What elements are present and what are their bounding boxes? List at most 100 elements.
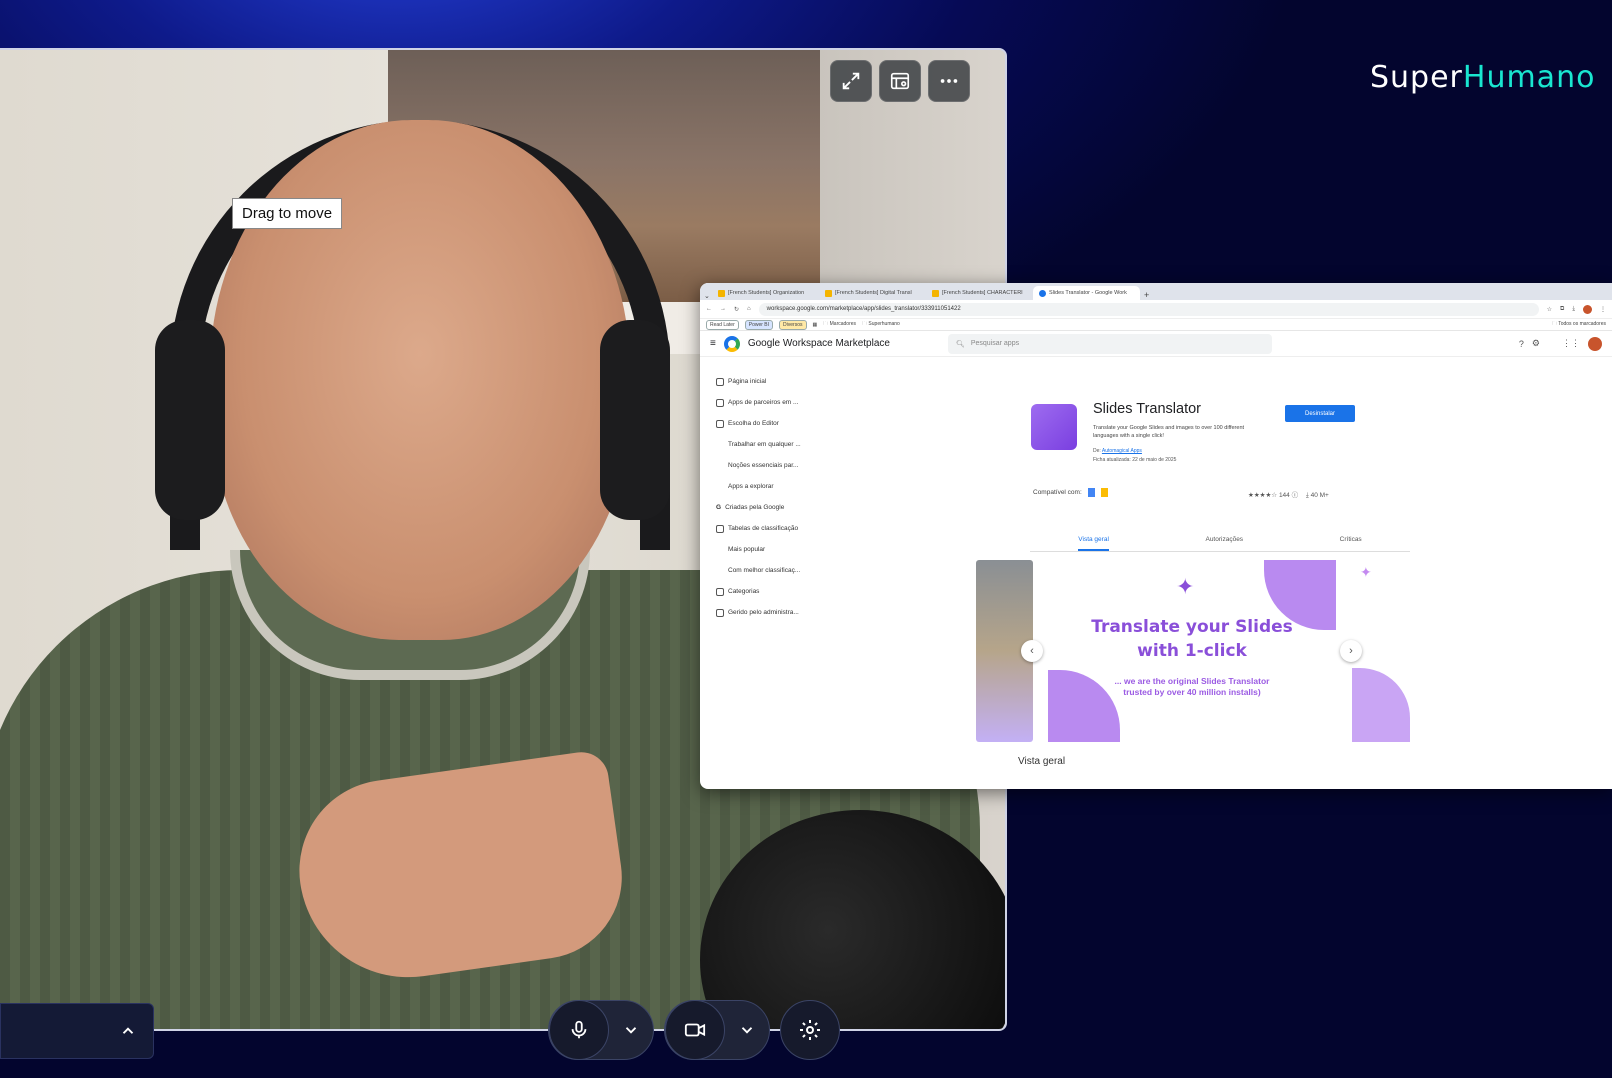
screenshot-carousel: ✦ Translate your Slides with 1-click ...…	[976, 560, 1410, 742]
sidebar-item-work-anywhere[interactable]: Trabalhar em qualquer ...	[700, 434, 820, 455]
sidebar-item-by-google[interactable]: G Criadas pela Google	[700, 497, 820, 518]
rating: ★★★★☆ 144 ⓘ	[1248, 492, 1299, 499]
leaderboard-icon	[716, 524, 724, 533]
slides-favicon-icon	[932, 289, 939, 297]
drag-tooltip: Drag to move	[232, 198, 343, 229]
browser-tab-active[interactable]: Slides Translator - Google Work	[1033, 286, 1140, 300]
bookmark-chip[interactable]: Diversos	[779, 319, 807, 330]
browser-tab[interactable]: [French Students] Digital Transl	[819, 286, 926, 300]
bookmarks-bar: Read Later Power BI Diversos ▦ 🗀 Marcado…	[700, 319, 1612, 331]
slides-favicon-icon	[825, 289, 832, 297]
overview-heading: Vista geral	[1018, 756, 1066, 767]
reload-icon[interactable]: ↻	[734, 306, 739, 313]
bookmark-chip[interactable]: Power BI	[744, 319, 774, 330]
sidebar-item-editors-choice[interactable]: Escolha do Editor	[700, 413, 820, 434]
bookmark-folder[interactable]: 🗀 Superhumano	[862, 321, 900, 329]
slides-favicon-icon	[718, 289, 725, 297]
mute-button[interactable]	[549, 1000, 609, 1060]
home-icon	[716, 377, 724, 386]
microphone-icon	[571, 1020, 587, 1039]
sidebar-item-admin-managed[interactable]: Gerido pelo administra...	[700, 602, 820, 623]
sidebar-item-most-popular[interactable]: Mais popular	[700, 539, 820, 560]
shared-screen[interactable]: ⌄ [French Students] Organization [French…	[700, 283, 1612, 789]
download-icon[interactable]: ⤓	[1572, 306, 1575, 313]
carousel-prev-button[interactable]: ‹	[1021, 640, 1043, 662]
microphone-control	[548, 1000, 654, 1060]
tab-search-icon[interactable]: ⌄	[704, 292, 712, 300]
slide-decoration	[1352, 668, 1410, 742]
address-bar[interactable]: workspace.google.com/marketplace/app/sli…	[758, 302, 1539, 316]
browser-toolbar: ← → ↻ ⌂ workspace.google.com/marketplace…	[700, 300, 1612, 319]
bookmark-chip[interactable]: Read Later	[706, 319, 739, 330]
chevron-up-icon[interactable]	[119, 1022, 137, 1040]
sidebar-item-categories[interactable]: Categorias	[700, 581, 820, 602]
more-horizontal-icon	[940, 79, 958, 83]
compatibility: Compatível com:	[1033, 488, 1108, 497]
sidebar-item-essentials[interactable]: Noções essenciais par...	[700, 455, 820, 476]
layout-button[interactable]	[879, 60, 921, 102]
tab-reviews[interactable]: Críticas	[1340, 536, 1362, 551]
tab-permissions[interactable]: Autorizações	[1205, 536, 1243, 551]
microphone-options-button[interactable]	[609, 1021, 653, 1039]
partner-icon	[716, 398, 724, 407]
sidebar-item-rankings[interactable]: Tabelas de classificação	[700, 518, 820, 539]
chevron-down-icon	[741, 1027, 753, 1034]
developer-link[interactable]: Automagical Apps	[1102, 448, 1142, 454]
account-avatar[interactable]	[1588, 336, 1602, 351]
all-bookmarks-folder[interactable]: 🗀 Todos os marcadores	[1552, 321, 1606, 329]
browser-tab[interactable]: [French Students] CHARACTERI	[926, 286, 1033, 300]
settings-icon[interactable]: ⚙	[1532, 338, 1540, 349]
installs-count: ⤓ 40 M+	[1305, 492, 1329, 499]
gear-icon	[800, 1020, 820, 1040]
sidebar-item-partners[interactable]: Apps de parceiros em ...	[700, 392, 820, 413]
tab-overview[interactable]: Vista geral	[1078, 536, 1109, 551]
carousel-next-button[interactable]: ›	[1340, 640, 1362, 662]
forward-icon[interactable]: →	[720, 306, 726, 312]
carousel-current-slide: ✦ Translate your Slides with 1-click ...…	[1048, 560, 1336, 742]
unicorn-icon: ✦	[1360, 564, 1372, 580]
hamburger-menu-icon[interactable]: ≡	[710, 338, 716, 349]
browser-tab[interactable]: [French Students] Organization	[712, 286, 819, 300]
chevron-right-icon: ›	[1349, 645, 1353, 657]
apps-launcher-icon[interactable]: ⋮⋮	[1562, 338, 1580, 349]
more-options-button[interactable]	[928, 60, 970, 102]
participants-panel[interactable]	[0, 1003, 154, 1059]
help-icon[interactable]: ?	[1519, 339, 1524, 349]
browser-tab-bar: ⌄ [French Students] Organization [French…	[700, 283, 1612, 300]
listing-title: Slides Translator	[1093, 401, 1201, 417]
sidebar-item-home[interactable]: Página inicial	[700, 371, 820, 392]
listing-tabs: Vista geral Autorizações Críticas	[1030, 536, 1410, 552]
admin-icon	[716, 608, 724, 617]
sidebar-item-top-rated[interactable]: Com melhor classificaç...	[700, 560, 820, 581]
editor-choice-icon	[716, 419, 724, 428]
headphone-left-cup	[155, 320, 225, 520]
slide-subheading: ... we are the original Slides Translato…	[1114, 676, 1270, 697]
camera-button[interactable]	[665, 1000, 725, 1060]
settings-button[interactable]	[780, 1000, 840, 1060]
profile-avatar-icon[interactable]	[1583, 304, 1592, 314]
fullscreen-button[interactable]	[830, 60, 872, 102]
marketplace-title: Google Workspace Marketplace	[747, 338, 890, 349]
search-icon: 🔍︎	[955, 340, 965, 348]
search-input[interactable]: 🔍︎ Pesquisar apps	[947, 333, 1272, 354]
apps-grid-icon[interactable]: ▦	[813, 322, 818, 328]
chevron-down-icon	[625, 1027, 637, 1034]
back-icon[interactable]: ←	[706, 306, 712, 312]
bookmark-star-icon[interactable]: ☆	[1547, 306, 1552, 313]
video-camera-icon	[684, 1023, 706, 1037]
brand-logo: SuperHumano	[1370, 60, 1596, 95]
camera-options-button[interactable]	[725, 1021, 769, 1039]
listing-meta: De: Automagical Apps Ficha atualizada: 2…	[1093, 448, 1177, 463]
listing-updated: Ficha atualizada: 22 de maio de 2025	[1093, 457, 1177, 463]
extensions-icon[interactable]: ⧉	[1560, 306, 1564, 313]
browser-menu-icon[interactable]: ⋮	[1600, 306, 1606, 313]
unicorn-icon: ✦	[1176, 574, 1195, 599]
bookmark-folder[interactable]: 🗀 Marcadores	[823, 321, 856, 329]
new-tab-icon[interactable]: +	[1140, 290, 1153, 300]
docs-icon	[1087, 488, 1095, 497]
sidebar-item-explore[interactable]: Apps a explorar	[700, 476, 820, 497]
home-icon[interactable]: ⌂	[747, 306, 751, 312]
categories-icon	[716, 587, 724, 596]
uninstall-button[interactable]: Desinstalar	[1285, 405, 1355, 422]
camera-control	[664, 1000, 770, 1060]
